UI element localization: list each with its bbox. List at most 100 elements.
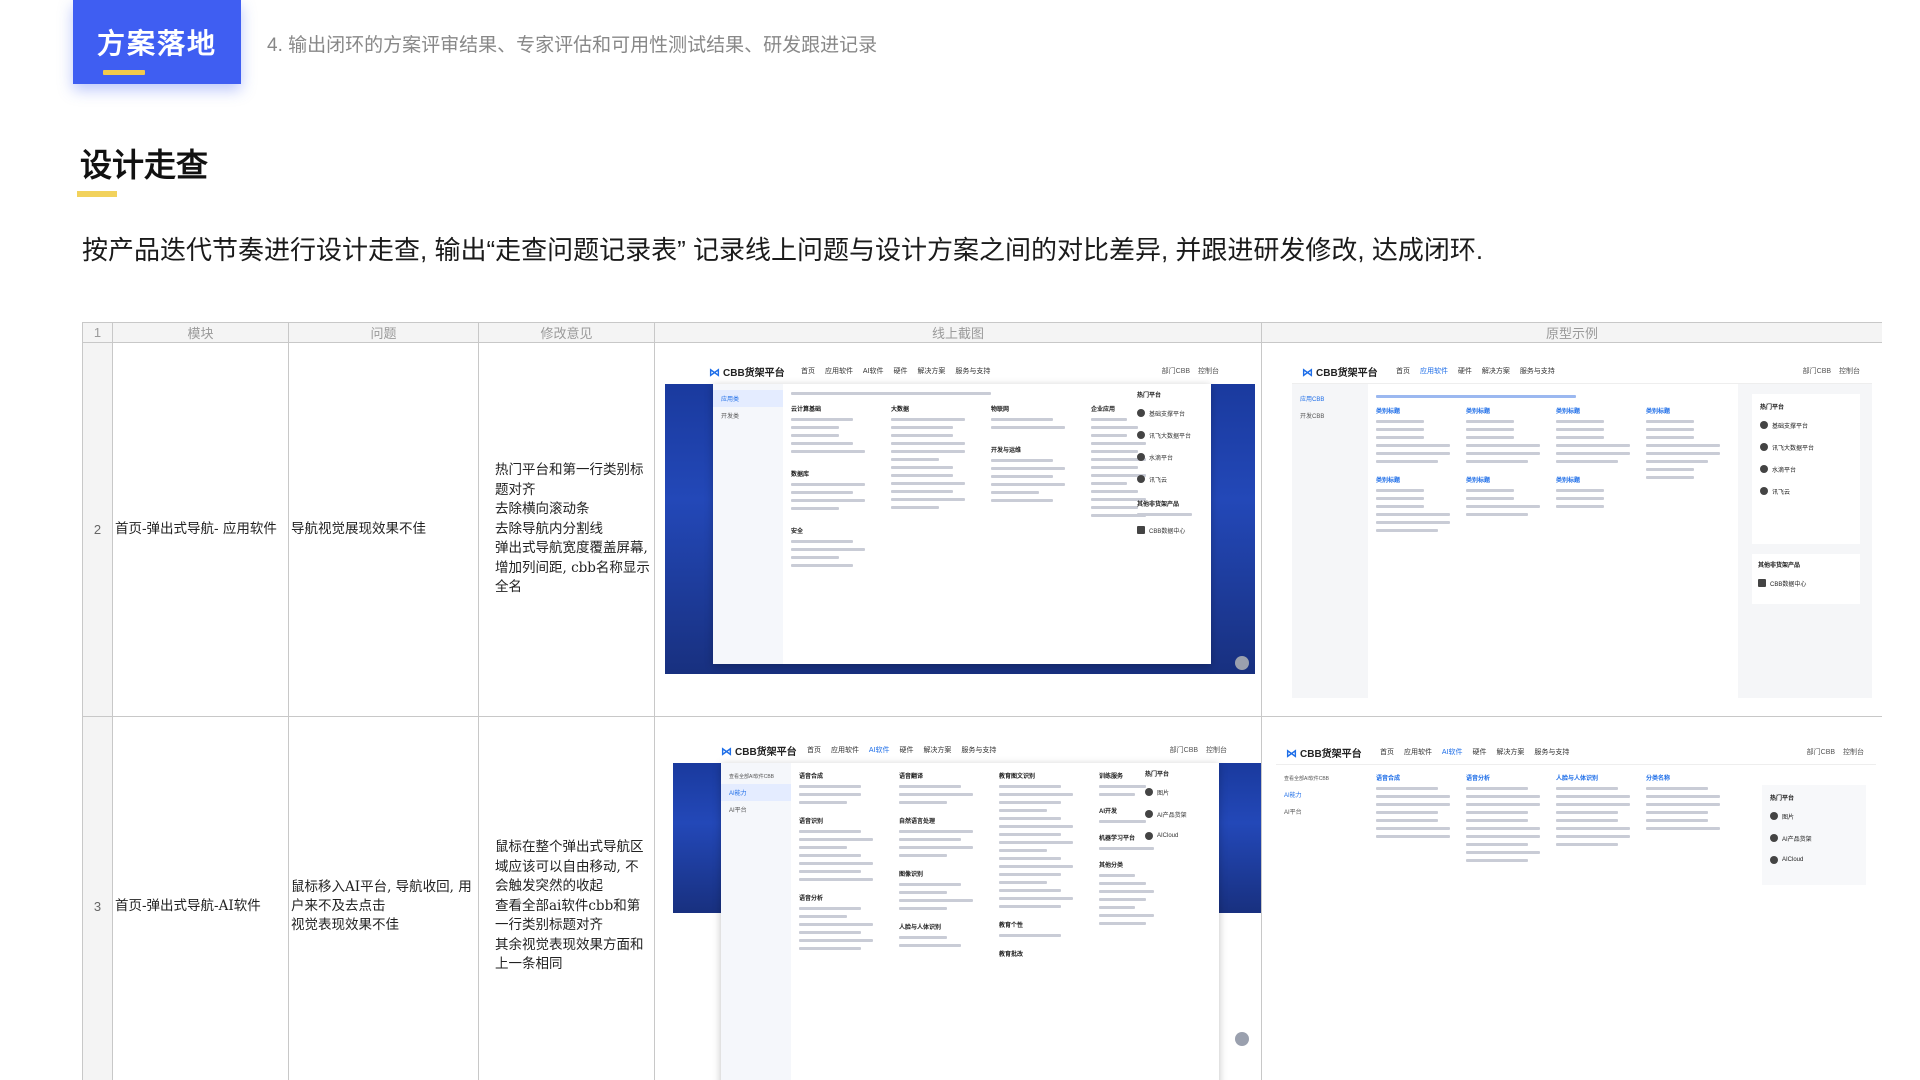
mock-col-title: 云计算基础 [791, 407, 822, 413]
mock-dropdown: 应用类 开发类 云计算基础 数据库 安全 大数据 物联网 开发与运维 企业应用 … [713, 384, 1211, 664]
section-badge-label: 方案落地 [96, 28, 217, 59]
platform-icon [1145, 832, 1153, 840]
column-header-issue: 问题 [288, 322, 479, 343]
online-screenshot-cell: ⋈ CBB货架平台 首页 应用软件 AI软件 硬件 解决方案 服务与支持 部门CB… [654, 716, 1262, 1080]
prototype-screenshot: ⋈ CBB货架平台 首页 应用软件 硬件 解决方案 服务与支持 部门CBB 控制台… [1292, 358, 1872, 698]
table-row: 3 首页-弹出式导航-AI软件 鼠标移入AI平台, 导航收回, 用户来不及去点击… [82, 716, 1882, 1080]
mock-sidebar: 应用类 开发类 [713, 384, 783, 664]
mock-hot-item: 水滴平台 [1137, 449, 1207, 465]
platform-icon [1137, 431, 1145, 439]
online-screenshot: ⋈ CBB货架平台 首页 应用软件 AI软件 硬件 解决方案 服务与支持 部门CB… [665, 358, 1255, 678]
platform-icon [1760, 443, 1768, 451]
platform-icon [1137, 526, 1145, 534]
module-cell: 首页-弹出式导航- 应用软件 [112, 342, 289, 717]
platform-icon [1760, 465, 1768, 473]
mock-logo-text: CBB货架平台 [1316, 368, 1378, 379]
mock-side-item: 开发类 [721, 414, 740, 420]
prototype-body: 应用CBB 开发CBB 类别标题 类别标题 类别标题 类别标题 类别标题 类别标题 类… [1292, 384, 1872, 698]
platform-icon [1760, 421, 1768, 429]
prototype-screenshot: ⋈ CBB货架平台 首页 应用软件 AI软件 硬件 解决方案 服务与支持 部门CB… [1276, 739, 1876, 1080]
prototype-body: 查看全部AI软件CBB AI能力 AI平台 语音合成 语音分析 人脸与人体识别 … [1276, 765, 1876, 1080]
row-number: 2 [82, 342, 113, 717]
module-cell: 首页-弹出式导航-AI软件 [112, 716, 289, 1080]
mock-sidebar: 查看全部AI软件CBB AI能力 AI平台 [1276, 765, 1346, 1080]
platform-icon [1145, 788, 1153, 796]
mock-logo: ⋈ CBB货架平台 [721, 743, 797, 758]
mock-nav: 首页 应用软件 硬件 解决方案 服务与支持 [1396, 368, 1555, 375]
mock-nav-right: 部门CBB 控制台 [1161, 368, 1219, 375]
row-number: 3 [82, 716, 113, 1080]
mock-hot-platforms: 热门平台 基础支撑平台 讯飞大数据平台 水滴平台 讯飞云 其他非货架产品 CBB… [1137, 390, 1207, 538]
mock-topbar: ⋈ CBB货架平台 首页 应用软件 AI软件 硬件 解决方案 服务与支持 部门CB… [665, 358, 1255, 384]
platform-icon [1758, 579, 1766, 587]
prototype-hot-panel: 热门平台 图片 AI产品货架 AICloud [1762, 785, 1866, 885]
float-help-icon [1235, 1032, 1249, 1046]
mock-sidebar: 查看全部AI软件CBB AI能力 AI平台 [721, 763, 791, 1080]
mock-logo-text: CBB货架平台 [735, 747, 797, 758]
mock-logo: ⋈ CBB货架平台 [1302, 364, 1378, 379]
table-row: 2 首页-弹出式导航- 应用软件 导航视觉展现效果不佳 热门平台和第一行类别标题… [82, 342, 1882, 717]
mock-nav-item: 服务与支持 [955, 368, 991, 375]
platform-icon [1145, 810, 1153, 818]
issue-cell: 鼠标移入AI平台, 导航收回, 用户来不及去点击 视觉表现效果不佳 [288, 716, 479, 1080]
mock-nav-item: 应用软件 [824, 368, 853, 375]
badge-underline [103, 70, 145, 75]
mock-hot-platforms: 热门平台 图片 AI产品货架 AICloud [1145, 772, 1187, 840]
review-sheet: 1 模块 问题 修改意见 线上截图 原型示例 2 首页-弹出式导航- 应用软件 … [82, 322, 1882, 1080]
mock-logo: ⋈ CBB货架平台 [1286, 745, 1362, 760]
float-help-icon [1235, 656, 1249, 670]
platform-icon [1760, 487, 1768, 495]
platform-icon [1137, 409, 1145, 417]
mock-logo: ⋈ CBB货架平台 [709, 364, 785, 379]
logo-icon: ⋈ [709, 367, 720, 379]
mock-breadcrumb-line [791, 392, 991, 395]
mock-other-title: 其他非货架产品 [1137, 502, 1180, 508]
prototype-cell: ⋈ CBB货架平台 首页 应用软件 硬件 解决方案 服务与支持 部门CBB 控制台… [1261, 342, 1882, 717]
prototype-cell: ⋈ CBB货架平台 首页 应用软件 AI软件 硬件 解决方案 服务与支持 部门CB… [1261, 716, 1882, 1080]
mock-nav: 首页 应用软件 AI软件 硬件 解决方案 服务与支持 [1380, 749, 1570, 756]
mock-col-title: 安全 [791, 529, 804, 535]
intro-text: 按产品迭代节奏进行设计走查, 输出“走查问题记录表” 记录线上问题与设计方案之间… [82, 235, 1484, 265]
mock-col-title: 数据库 [791, 472, 810, 478]
mock-nav-item: 首页 [801, 368, 815, 375]
mock-column: 物联网 开发与运维 [991, 404, 1071, 507]
logo-icon: ⋈ [1286, 748, 1297, 760]
mock-hot-title: 热门平台 [1137, 393, 1162, 399]
mock-hot-item: 讯飞云 [1137, 471, 1207, 487]
mock-col-title: 大数据 [891, 407, 910, 413]
section-description: 4. 输出闭环的方案评审结果、专家评估和可用性测试结果、研发跟进记录 [267, 35, 878, 56]
platform-icon [1137, 453, 1145, 461]
mock-dropdown: 查看全部AI软件CBB AI能力 AI平台 语音合成 语音识别 语音分析 语音翻译自… [721, 763, 1219, 1080]
mock-nav-right: 部门CBB 控制台 [1802, 368, 1860, 375]
mock-col-title: 物联网 [991, 407, 1010, 413]
mock-nav-item: 解决方案 [917, 368, 946, 375]
logo-icon: ⋈ [721, 746, 732, 758]
mock-nav-right: 部门CBB 控制台 [1806, 749, 1864, 756]
mock-topbar: ⋈ CBB货架平台 首页 应用软件 硬件 解决方案 服务与支持 部门CBB 控制台 [1292, 358, 1872, 384]
header-row: 1 模块 问题 修改意见 线上截图 原型示例 [82, 322, 1882, 343]
platform-icon [1770, 812, 1778, 820]
suggestion-cell: 热门平台和第一行类别标题对齐 去除横向滚动条 去除导航内分割线 弹出式导航宽度覆… [478, 342, 655, 717]
online-screenshot: ⋈ CBB货架平台 首页 应用软件 AI软件 硬件 解决方案 服务与支持 部门CB… [673, 737, 1261, 1080]
title-underline [77, 191, 117, 197]
prototype-other-panel: 其他非货架产品 CBB数据中心 [1752, 554, 1860, 604]
mock-column: 云计算基础 数据库 安全 [791, 404, 871, 572]
column-header-prototype: 原型示例 [1261, 322, 1882, 343]
logo-icon: ⋈ [1302, 367, 1313, 379]
issue-cell: 导航视觉展现效果不佳 [288, 342, 479, 717]
suggestion-cell: 鼠标在整个弹出式导航区域应该可以自由移动, 不会触发突然的收起 查看全部ai软件… [478, 716, 655, 1080]
mock-hot-item: CBB数据中心 [1137, 522, 1207, 538]
mock-nav-item: 硬件 [893, 368, 908, 375]
prototype-panel: 类别标题 类别标题 类别标题 类别标题 类别标题 类别标题 类别标题 [1368, 384, 1738, 698]
mock-column: 大数据 [891, 404, 971, 514]
prototype-hot-panel: 热门平台 基础支撑平台 讯飞大数据平台 水滴平台 讯飞云 [1752, 394, 1860, 544]
platform-icon [1137, 475, 1145, 483]
online-screenshot-cell: ⋈ CBB货架平台 首页 应用软件 AI软件 硬件 解决方案 服务与支持 部门CB… [654, 342, 1262, 717]
mock-hot-item: 基础支撑平台 [1137, 405, 1207, 421]
mock-topbar: ⋈ CBB货架平台 首页 应用软件 AI软件 硬件 解决方案 服务与支持 部门CB… [1276, 739, 1876, 765]
mock-logo-text: CBB货架平台 [723, 368, 785, 379]
section-badge: 方案落地 [73, 0, 241, 84]
column-header-suggestion: 修改意见 [478, 322, 655, 343]
mock-topbar: ⋈ CBB货架平台 首页 应用软件 AI软件 硬件 解决方案 服务与支持 部门CB… [673, 737, 1261, 763]
mock-nav-right: 部门CBB 控制台 [1169, 747, 1227, 754]
